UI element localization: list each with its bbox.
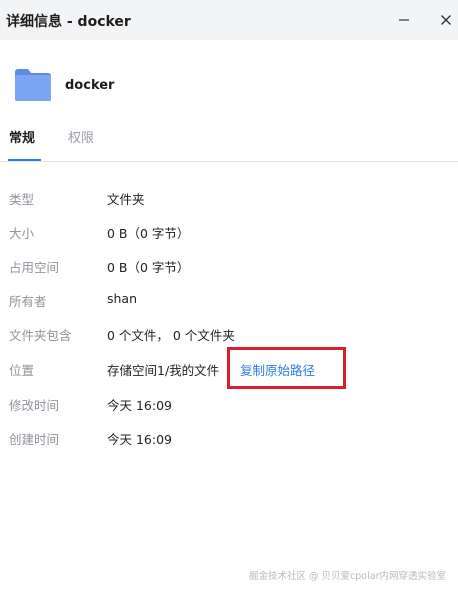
row-size: 大小 0 B（0 字节） xyxy=(0,219,458,245)
minimize-icon xyxy=(399,19,409,21)
row-owner: 所有者 shan xyxy=(0,287,458,313)
tab-permissions[interactable]: 权限 xyxy=(68,127,94,146)
close-button[interactable] xyxy=(436,10,456,30)
row-modified: 修改时间 今天 16:09 xyxy=(0,391,458,417)
row-used-space: 占用空间 0 B（0 字节） xyxy=(0,253,458,279)
location-value: 存储空间1/我的文件 xyxy=(107,363,220,378)
minimize-button[interactable] xyxy=(394,10,414,30)
contents-label: 文件夹包含 xyxy=(9,328,72,343)
owner-value: shan xyxy=(107,291,138,306)
details-window: 详细信息 - docker docker 常规 权限 类型 文件夹 大小 0 B… xyxy=(0,0,458,593)
used-space-value: 0 B（0 字节） xyxy=(107,260,190,275)
type-value: 文件夹 xyxy=(107,192,145,207)
used-space-label: 占用空间 xyxy=(9,260,60,275)
row-created: 创建时间 今天 16:09 xyxy=(0,425,458,451)
owner-label: 所有者 xyxy=(9,294,47,309)
row-type: 类型 文件夹 xyxy=(0,185,458,211)
tab-bar: 常规 权限 xyxy=(0,122,458,162)
title-bar: 详细信息 - docker xyxy=(0,0,458,40)
modified-value: 今天 16:09 xyxy=(107,398,172,413)
location-label: 位置 xyxy=(9,363,35,378)
contents-value: 0 个文件， 0 个文件夹 xyxy=(107,328,235,343)
created-label: 创建时间 xyxy=(9,432,60,447)
folder-icon xyxy=(15,69,51,101)
size-label: 大小 xyxy=(9,226,35,241)
type-label: 类型 xyxy=(9,192,35,207)
row-contents: 文件夹包含 0 个文件， 0 个文件夹 xyxy=(0,321,458,347)
tab-general[interactable]: 常规 xyxy=(9,127,35,146)
watermark-text: 掘金技术社区 @ 贝贝爱cpolar内网穿透实验室 xyxy=(249,571,446,582)
close-icon xyxy=(441,15,451,25)
size-value: 0 B（0 字节） xyxy=(107,226,190,241)
copy-original-path-link[interactable]: 复制原始路径 xyxy=(240,360,315,379)
modified-label: 修改时间 xyxy=(9,398,60,413)
folder-name: docker xyxy=(65,78,115,93)
window-title: 详细信息 - docker xyxy=(6,14,131,30)
row-location: 位置 存储空间1/我的文件 复制原始路径 xyxy=(0,356,458,382)
created-value: 今天 16:09 xyxy=(107,432,172,447)
tabs-divider xyxy=(0,161,458,162)
